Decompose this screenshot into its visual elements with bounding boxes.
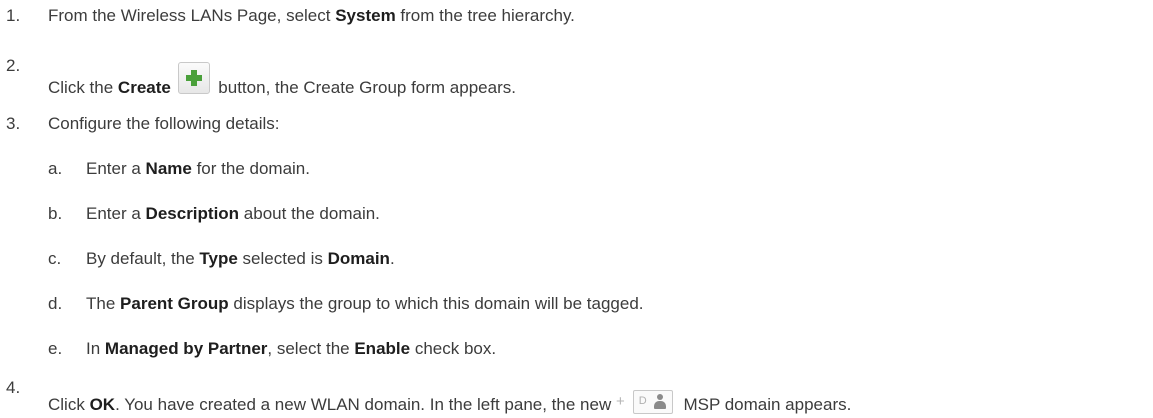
ui-term: Create — [117, 78, 171, 97]
ui-term: Type — [199, 249, 238, 268]
substep-text: By default, the Type selected is Domain. — [86, 249, 395, 268]
substep-text: The Parent Group displays the group to w… — [86, 294, 644, 313]
ui-term: Managed by Partner — [104, 339, 268, 358]
step-text: From the Wireless LANs Page, select Syst… — [48, 6, 575, 25]
step-text: Click the Create button, the Create Grou… — [48, 62, 516, 100]
step-number: 1. — [6, 6, 21, 25]
ui-term: System — [335, 6, 396, 25]
ui-term: Name — [145, 159, 192, 178]
substep-letter: d. — [48, 294, 63, 313]
substep-letter: c. — [48, 249, 62, 268]
substep-letter: a. — [48, 159, 63, 178]
ui-term: Parent Group — [120, 294, 229, 313]
step-text: Click OK. You have created a new WLAN do… — [48, 390, 851, 415]
create-plus-icon — [177, 62, 210, 94]
step-number: 3. — [6, 114, 21, 133]
expand-plus-icon: + — [615, 393, 625, 410]
instructions-document: 1. From the Wireless LANs Page, select S… — [0, 0, 1153, 418]
step-number: 2. — [6, 56, 21, 75]
ui-term: Domain — [327, 249, 390, 268]
msp-domain-icon: D — [632, 390, 673, 414]
step-text: Configure the following details: — [48, 114, 280, 133]
substep-text: Enter a Description about the domain. — [86, 204, 380, 223]
step-number: 4. — [6, 378, 21, 397]
substep-letter: b. — [48, 204, 63, 223]
substep-text: In Managed by Partner, select the Enable… — [86, 339, 497, 358]
user-icon — [653, 394, 667, 409]
substep-letter: e. — [48, 339, 63, 358]
ui-term: Enable — [354, 339, 411, 358]
substep-text: Enter a Name for the domain. — [86, 159, 310, 178]
ui-term: Description — [145, 204, 240, 223]
ui-term: OK — [89, 395, 116, 414]
